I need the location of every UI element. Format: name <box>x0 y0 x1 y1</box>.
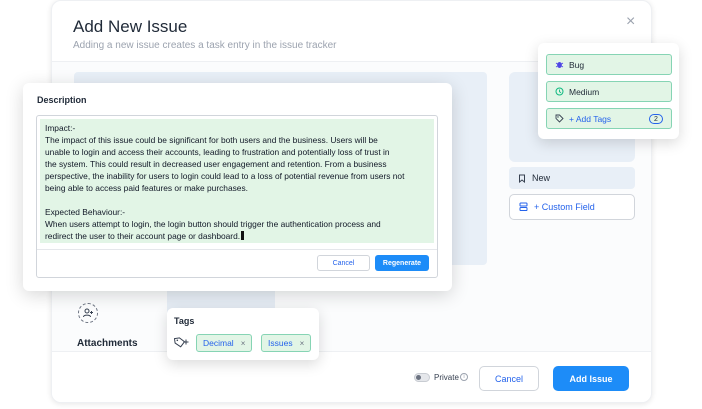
regenerate-button[interactable]: Regenerate <box>375 255 429 271</box>
add-custom-field-button[interactable]: + Custom Field <box>509 194 635 220</box>
modal-title: Add New Issue <box>73 17 188 36</box>
remove-tag-icon[interactable]: × <box>300 339 305 348</box>
cancel-button[interactable]: Cancel <box>479 366 539 391</box>
text-cursor <box>241 231 245 240</box>
issue-type-label: Bug <box>569 59 585 70</box>
description-text: Impact:- The impact of this issue could … <box>45 123 405 241</box>
status-select[interactable]: New <box>509 167 635 189</box>
tags-title: Tags <box>174 316 195 326</box>
remove-tag-icon[interactable]: × <box>241 339 246 348</box>
issue-meta-panel: Bug Medium + Add Tags 2 <box>538 43 679 139</box>
modal-subtitle: Adding a new issue creates a task entry … <box>73 40 337 51</box>
screen: Add New Issue Adding a new issue creates… <box>0 0 702 409</box>
attachments-heading: Attachments <box>77 338 138 349</box>
description-textarea[interactable]: Impact:- The impact of this issue could … <box>36 115 438 278</box>
custom-field-label: + Custom Field <box>534 202 595 212</box>
tag-chip-label: Decimal <box>203 338 234 348</box>
add-assignee-icon[interactable] <box>78 303 98 323</box>
description-text-highlight[interactable]: Impact:- The impact of this issue could … <box>40 119 434 243</box>
info-icon[interactable]: i <box>460 373 468 381</box>
add-tags-label: + Add Tags <box>569 113 612 124</box>
tag-chip[interactable]: Issues × <box>261 334 312 352</box>
close-icon[interactable]: × <box>626 14 635 30</box>
tag-chip[interactable]: Decimal × <box>196 334 253 352</box>
user-plus-icon <box>83 308 93 318</box>
modal-footer: Private i Cancel Add Issue <box>52 351 651 402</box>
priority-select[interactable]: Medium <box>546 81 672 102</box>
add-issue-button[interactable]: Add Issue <box>553 366 629 391</box>
add-tags-button[interactable]: + Add Tags 2 <box>546 108 672 129</box>
description-divider <box>37 249 437 250</box>
bug-icon <box>555 62 564 68</box>
bookmark-icon <box>519 174 525 183</box>
status-label: New <box>532 173 551 183</box>
priority-label: Medium <box>569 86 600 97</box>
tags-panel: Tags Decimal × Issues × <box>167 308 319 360</box>
tag-icon <box>555 114 564 123</box>
tags-count-badge: 2 <box>649 114 663 124</box>
tag-plus-icon[interactable] <box>174 336 190 348</box>
private-label: Private <box>434 373 459 382</box>
issue-type-select[interactable]: Bug <box>546 54 672 75</box>
private-toggle[interactable] <box>414 373 430 382</box>
description-editor: Description Impact:- The impact of this … <box>23 83 452 291</box>
clock-icon <box>555 87 564 96</box>
database-icon <box>519 202 528 211</box>
tag-chip-label: Issues <box>268 338 293 348</box>
description-title: Description <box>37 95 87 105</box>
description-cancel-button[interactable]: Cancel <box>317 255 370 271</box>
